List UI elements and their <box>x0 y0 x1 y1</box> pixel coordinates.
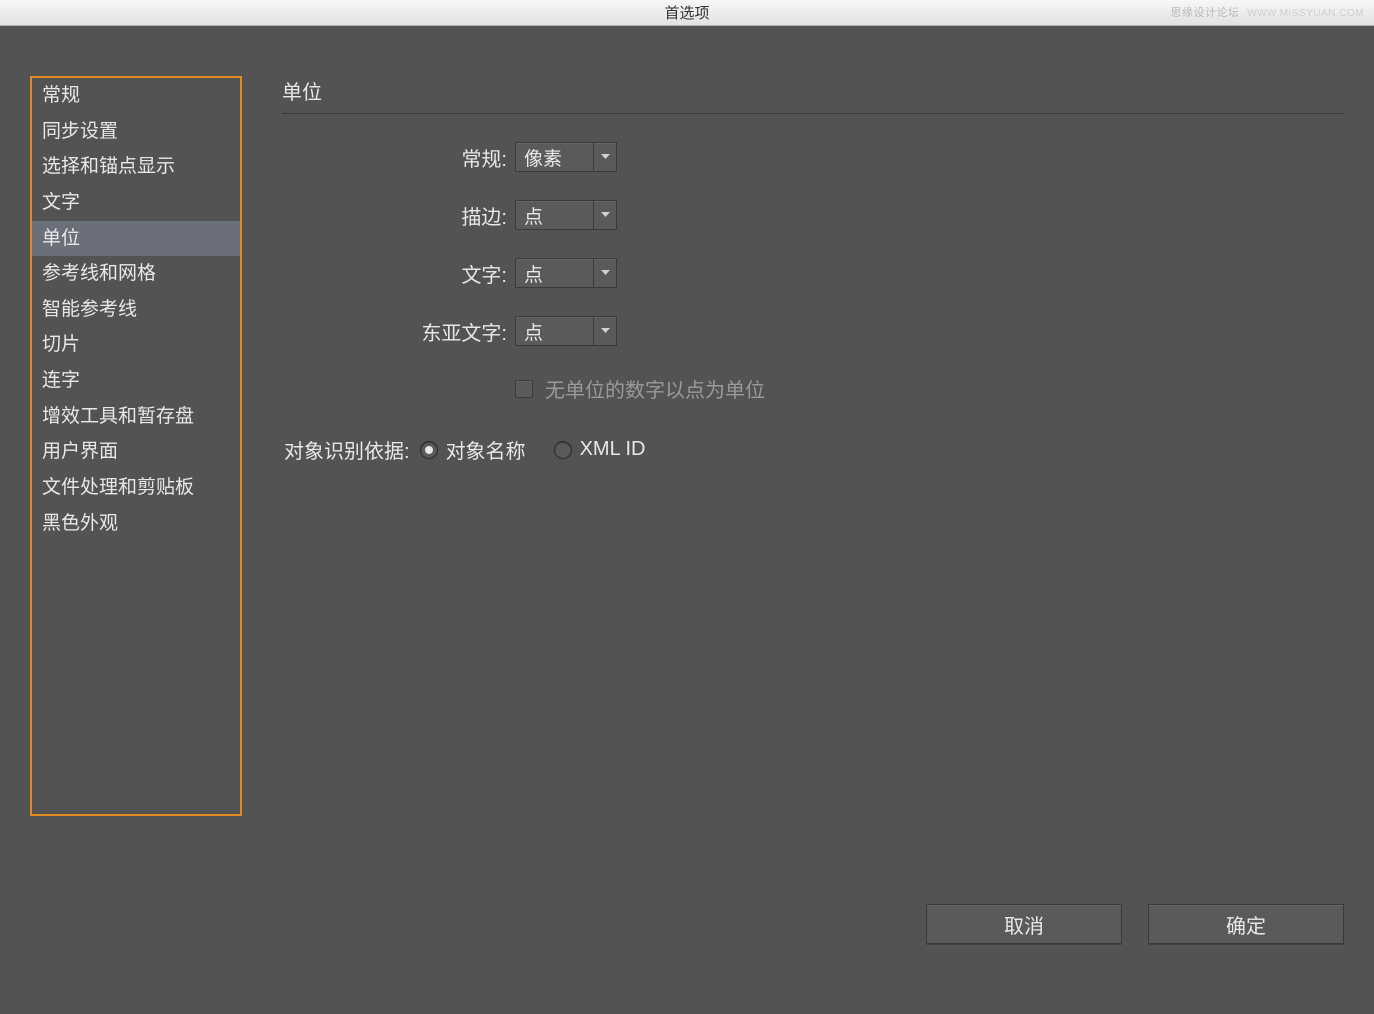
label-general: 常规: <box>352 143 507 172</box>
radio-label-object-name: 对象名称 <box>446 435 526 464</box>
main-area: 常规 同步设置 选择和锚点显示 文字 单位 参考线和网格 智能参考线 切片 连字… <box>0 26 1374 816</box>
ok-button[interactable]: 确定 <box>1148 904 1344 944</box>
sidebar-item-sync[interactable]: 同步设置 <box>32 114 240 150</box>
window-title: 首选项 <box>664 2 709 23</box>
chevron-down-icon <box>593 142 617 172</box>
chevron-down-icon <box>593 200 617 230</box>
label-east-asian: 东亚文字: <box>352 317 507 346</box>
dropdown-general[interactable]: 像素 <box>515 142 617 172</box>
dropdown-type[interactable]: 点 <box>515 258 617 288</box>
dropdown-east-asian-value: 点 <box>515 316 593 346</box>
content-panel: 单位 常规: 像素 描边: 点 <box>242 76 1344 816</box>
watermark: 思缘设计论坛 WWW.MISSYUAN.COM <box>1171 4 1364 20</box>
form-rows: 常规: 像素 描边: 点 文字: <box>282 142 1344 403</box>
radio-object-name <box>420 441 438 459</box>
sidebar-item-black-appearance[interactable]: 黑色外观 <box>32 506 240 542</box>
sidebar-item-slices[interactable]: 切片 <box>32 327 240 363</box>
sidebar-item-general[interactable]: 常规 <box>32 78 240 114</box>
sidebar-item-smart-guides[interactable]: 智能参考线 <box>32 292 240 328</box>
dropdown-stroke[interactable]: 点 <box>515 200 617 230</box>
label-type: 文字: <box>352 259 507 288</box>
section-title: 单位 <box>282 76 1344 114</box>
sidebar-item-units[interactable]: 单位 <box>32 221 240 257</box>
radio-group-label: 对象识别依据: <box>284 435 410 464</box>
titlebar: 首选项 思缘设计论坛 WWW.MISSYUAN.COM <box>0 0 1374 26</box>
sidebar: 常规 同步设置 选择和锚点显示 文字 单位 参考线和网格 智能参考线 切片 连字… <box>30 76 242 816</box>
sidebar-item-hyphenation[interactable]: 连字 <box>32 363 240 399</box>
dropdown-east-asian[interactable]: 点 <box>515 316 617 346</box>
button-bar: 取消 确定 <box>926 904 1344 944</box>
chevron-down-icon <box>593 316 617 346</box>
sidebar-item-file-handling[interactable]: 文件处理和剪贴板 <box>32 470 240 506</box>
row-identify-objects: 对象识别依据: 对象名称 XML ID <box>284 435 1344 464</box>
radio-option-object-name[interactable]: 对象名称 <box>420 435 526 464</box>
dropdown-type-value: 点 <box>515 258 593 288</box>
row-type: 文字: 点 <box>352 258 1344 288</box>
label-stroke: 描边: <box>352 201 507 230</box>
sidebar-item-ui[interactable]: 用户界面 <box>32 434 240 470</box>
checkbox-label: 无单位的数字以点为单位 <box>545 374 765 403</box>
sidebar-item-type[interactable]: 文字 <box>32 185 240 221</box>
radio-xml-id <box>554 441 572 459</box>
checkbox-numbers-without-units[interactable] <box>515 380 533 398</box>
row-numbers-without-units: 无单位的数字以点为单位 <box>515 374 1344 403</box>
row-east-asian: 东亚文字: 点 <box>352 316 1344 346</box>
sidebar-item-selection[interactable]: 选择和锚点显示 <box>32 149 240 185</box>
dropdown-stroke-value: 点 <box>515 200 593 230</box>
cancel-button[interactable]: 取消 <box>926 904 1122 944</box>
watermark-text-1: 思缘设计论坛 <box>1171 7 1240 19</box>
watermark-text-2: WWW.MISSYUAN.COM <box>1247 8 1364 19</box>
sidebar-item-guides[interactable]: 参考线和网格 <box>32 256 240 292</box>
chevron-down-icon <box>593 258 617 288</box>
row-general: 常规: 像素 <box>352 142 1344 172</box>
sidebar-item-plugins[interactable]: 增效工具和暂存盘 <box>32 399 240 435</box>
row-stroke: 描边: 点 <box>352 200 1344 230</box>
dropdown-general-value: 像素 <box>515 142 593 172</box>
radio-label-xml-id: XML ID <box>580 438 646 461</box>
radio-option-xml-id[interactable]: XML ID <box>554 438 646 461</box>
